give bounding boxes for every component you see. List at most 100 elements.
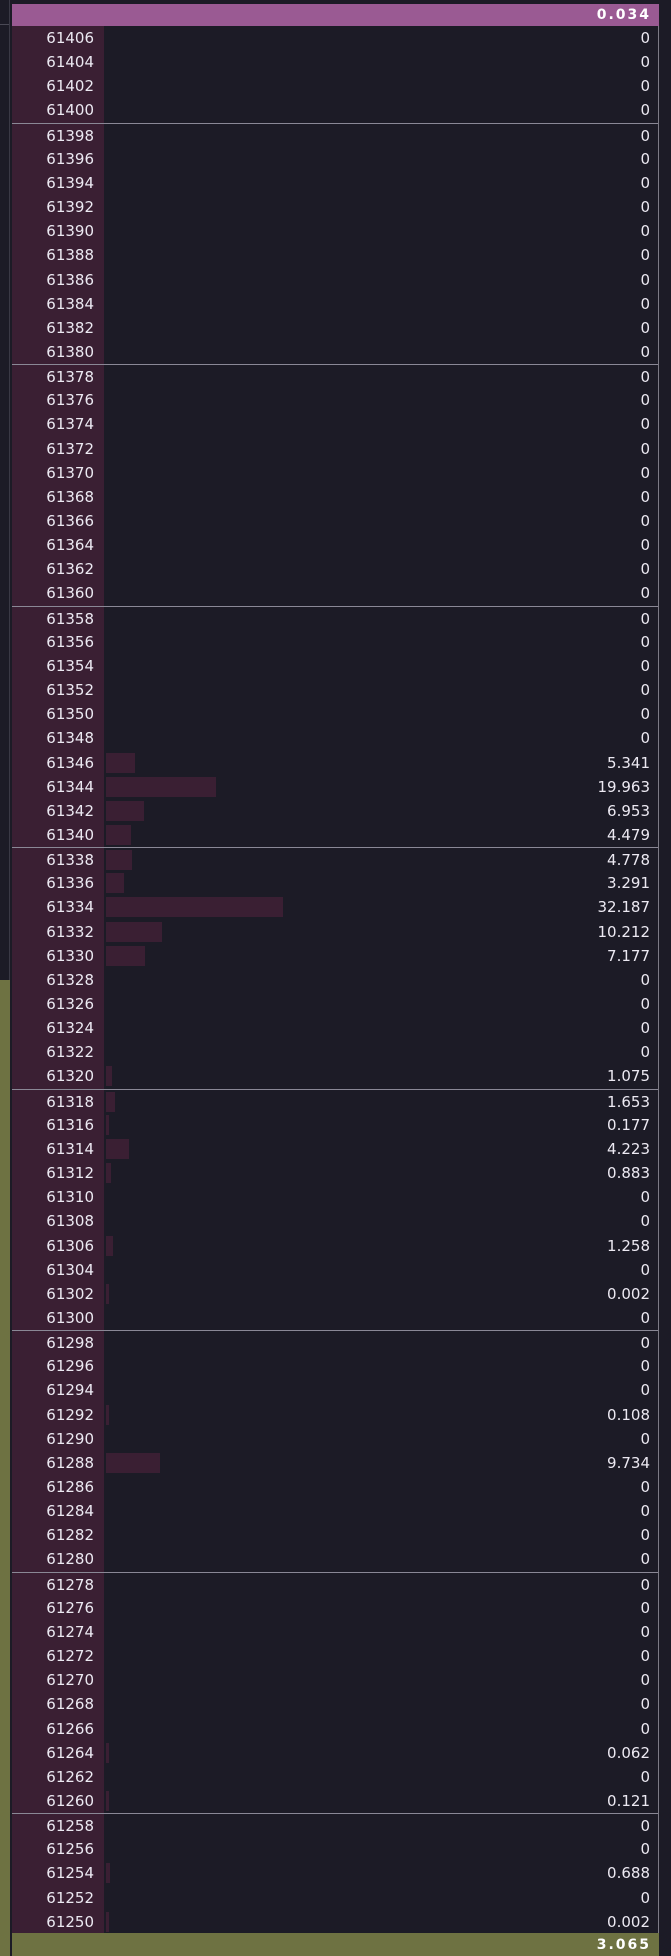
ladder-row[interactable]: 61308 0 xyxy=(12,1209,658,1233)
ladder-row[interactable]: 61398 0 xyxy=(12,122,658,147)
ladder-row[interactable]: 61252 0 xyxy=(12,1886,658,1910)
volume-bar xyxy=(106,1091,116,1112)
ladder-row[interactable]: 61390 0 xyxy=(12,219,658,243)
ladder-row[interactable]: 61270 0 xyxy=(12,1668,658,1692)
ladder-row[interactable]: 61312 0.883 xyxy=(12,1161,658,1185)
row-volume: 0 xyxy=(640,632,650,651)
ladder-row[interactable]: 61328 0 xyxy=(12,968,658,992)
ladder-row[interactable]: 61362 0 xyxy=(12,557,658,581)
ladder-row[interactable]: 61294 0 xyxy=(12,1378,658,1402)
ladder-row[interactable]: 61272 0 xyxy=(12,1644,658,1668)
price-ladder[interactable]: 0.034 61406 0 61404 0 61402 0 61400 0 61398 0 6139… xyxy=(12,4,659,1956)
ladder-row[interactable]: 61296 0 xyxy=(12,1354,658,1378)
ladder-row[interactable]: 61276 0 xyxy=(12,1596,658,1620)
row-price: 61384 xyxy=(46,294,94,313)
ladder-row[interactable]: 61278 0 xyxy=(12,1571,658,1596)
ladder-row[interactable]: 61396 0 xyxy=(12,147,658,171)
ladder-row[interactable]: 61260 0.121 xyxy=(12,1789,658,1813)
ladder-row[interactable]: 61288 9.734 xyxy=(12,1451,658,1475)
row-price: 61328 xyxy=(46,970,94,989)
ladder-row[interactable]: 61350 0 xyxy=(12,702,658,726)
row-volume: 6.953 xyxy=(607,801,650,820)
ladder-row[interactable]: 61266 0 xyxy=(12,1717,658,1741)
row-volume: 0 xyxy=(640,198,650,217)
left-panel-edge xyxy=(0,0,10,1956)
row-volume: 0.121 xyxy=(607,1791,650,1810)
ladder-row[interactable]: 61354 0 xyxy=(12,654,658,678)
ladder-row[interactable]: 61318 1.653 xyxy=(12,1088,658,1113)
row-volume: 0 xyxy=(640,1334,650,1353)
row-volume: 0 xyxy=(640,126,650,145)
ladder-row[interactable]: 61298 0 xyxy=(12,1330,658,1354)
ladder-row[interactable]: 61258 0 xyxy=(12,1813,658,1837)
ladder-row[interactable]: 61352 0 xyxy=(12,678,658,702)
ladder-row[interactable]: 61282 0 xyxy=(12,1523,658,1547)
ladder-row[interactable]: 61406 0 xyxy=(12,26,658,50)
ladder-row[interactable]: 61348 0 xyxy=(12,726,658,750)
ladder-row[interactable]: 61358 0 xyxy=(12,605,658,630)
ladder-row[interactable]: 61310 0 xyxy=(12,1185,658,1209)
ladder-row[interactable]: 61364 0 xyxy=(12,533,658,557)
row-volume: 0 xyxy=(640,391,650,410)
ladder-row[interactable]: 61300 0 xyxy=(12,1306,658,1330)
ladder-row[interactable]: 61368 0 xyxy=(12,485,658,509)
ladder-row[interactable]: 61256 0 xyxy=(12,1837,658,1861)
ladder-row[interactable]: 61292 0.108 xyxy=(12,1403,658,1427)
ladder-footer-bar[interactable]: 3.065 xyxy=(12,1933,659,1956)
ladder-row[interactable]: 61286 0 xyxy=(12,1475,658,1499)
row-volume: 5.341 xyxy=(607,753,650,772)
ladder-row[interactable]: 61330 7.177 xyxy=(12,944,658,968)
ladder-row[interactable]: 61402 0 xyxy=(12,74,658,98)
ladder-row[interactable]: 61366 0 xyxy=(12,509,658,533)
ladder-row[interactable]: 61336 3.291 xyxy=(12,871,658,895)
ladder-row[interactable]: 61392 0 xyxy=(12,195,658,219)
ladder-row[interactable]: 61360 0 xyxy=(12,581,658,605)
ladder-row[interactable]: 61372 0 xyxy=(12,437,658,461)
ladder-row[interactable]: 61326 0 xyxy=(12,992,658,1016)
ladder-row[interactable]: 61250 0.002 xyxy=(12,1910,658,1933)
ladder-row[interactable]: 61322 0 xyxy=(12,1040,658,1064)
ladder-row[interactable]: 61370 0 xyxy=(12,461,658,485)
ladder-row[interactable]: 61280 0 xyxy=(12,1547,658,1571)
ladder-row[interactable]: 61268 0 xyxy=(12,1692,658,1716)
ladder-row[interactable]: 61338 4.778 xyxy=(12,847,658,871)
ladder-row[interactable]: 61262 0 xyxy=(12,1765,658,1789)
ladder-row[interactable]: 61290 0 xyxy=(12,1427,658,1451)
ladder-row[interactable]: 61314 4.223 xyxy=(12,1137,658,1161)
ladder-row[interactable]: 61334 32.187 xyxy=(12,895,658,919)
ladder-row[interactable]: 61382 0 xyxy=(12,316,658,340)
row-volume: 4.479 xyxy=(607,825,650,844)
ladder-row[interactable]: 61344 19.963 xyxy=(12,775,658,799)
ladder-row[interactable]: 61374 0 xyxy=(12,412,658,436)
ladder-row[interactable]: 61346 5.341 xyxy=(12,751,658,775)
row-volume: 0 xyxy=(640,149,650,168)
ladder-row[interactable]: 61404 0 xyxy=(12,50,658,74)
volume-bar xyxy=(106,1452,160,1473)
ladder-row[interactable]: 61376 0 xyxy=(12,388,658,412)
ladder-row[interactable]: 61264 0.062 xyxy=(12,1741,658,1765)
ladder-row[interactable]: 61254 0.688 xyxy=(12,1861,658,1885)
ladder-row[interactable]: 61388 0 xyxy=(12,243,658,267)
ladder-row[interactable]: 61284 0 xyxy=(12,1499,658,1523)
ladder-row[interactable]: 61332 10.212 xyxy=(12,920,658,944)
ladder-row[interactable]: 61384 0 xyxy=(12,292,658,316)
ladder-row[interactable]: 61386 0 xyxy=(12,268,658,292)
ladder-row[interactable]: 61356 0 xyxy=(12,630,658,654)
ladder-row[interactable]: 61340 4.479 xyxy=(12,823,658,847)
ladder-row[interactable]: 61306 1.258 xyxy=(12,1234,658,1258)
ladder-rows[interactable]: 61406 0 61404 0 61402 0 61400 0 61398 0 61396 0 6139… xyxy=(12,26,658,1933)
row-volume: 0.002 xyxy=(607,1284,650,1303)
ladder-row[interactable]: 61320 1.075 xyxy=(12,1064,658,1088)
ladder-header-bar[interactable]: 0.034 xyxy=(12,4,659,26)
ladder-row[interactable]: 61394 0 xyxy=(12,171,658,195)
ladder-row[interactable]: 61380 0 xyxy=(12,340,658,364)
ladder-row[interactable]: 61324 0 xyxy=(12,1016,658,1040)
ladder-row[interactable]: 61316 0.177 xyxy=(12,1113,658,1137)
row-price: 61322 xyxy=(46,1043,94,1062)
ladder-row[interactable]: 61378 0 xyxy=(12,364,658,388)
ladder-row[interactable]: 61302 0.002 xyxy=(12,1282,658,1306)
ladder-row[interactable]: 61342 6.953 xyxy=(12,799,658,823)
ladder-row[interactable]: 61400 0 xyxy=(12,98,658,122)
ladder-row[interactable]: 61304 0 xyxy=(12,1258,658,1282)
ladder-row[interactable]: 61274 0 xyxy=(12,1620,658,1644)
